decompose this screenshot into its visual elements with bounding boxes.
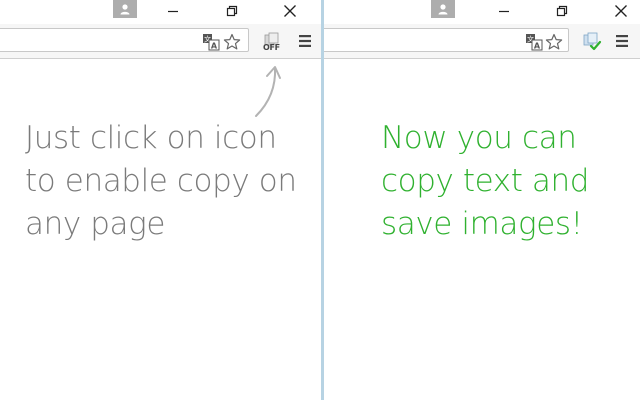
star-icon[interactable]	[545, 33, 563, 51]
copy-extension-button[interactable]: OFF	[263, 32, 283, 52]
minimize-icon	[499, 10, 509, 13]
message-line: copy text and	[381, 163, 590, 199]
address-bar[interactable]: 文 A	[0, 28, 249, 52]
minimize-button[interactable]	[490, 0, 518, 22]
close-icon	[615, 5, 627, 17]
close-icon	[284, 5, 296, 17]
copy-extension-button[interactable]	[582, 32, 602, 52]
message-line: any page	[25, 206, 165, 242]
message-line: Just click on icon	[25, 120, 277, 156]
right-browser-panel: 文 A Now you can copy text and save image…	[324, 0, 640, 400]
translate-icon[interactable]: 文 A	[525, 33, 543, 51]
copy-extension-on-icon	[583, 32, 602, 51]
svg-text:A: A	[534, 42, 541, 51]
title-bar	[324, 0, 640, 24]
translate-icon[interactable]: 文 A	[202, 33, 220, 51]
user-icon	[438, 4, 448, 15]
menu-icon[interactable]	[298, 34, 312, 48]
left-browser-panel: 文 A OFF Just click on icon to enable cop…	[0, 0, 321, 400]
close-button[interactable]	[607, 0, 635, 22]
title-bar	[0, 0, 321, 24]
restore-button[interactable]	[548, 0, 576, 22]
svg-text:A: A	[211, 42, 218, 51]
profile-button[interactable]	[431, 0, 455, 18]
restore-button[interactable]	[218, 0, 246, 22]
message-line: Now you can	[381, 120, 577, 156]
success-message: Now you can copy text and save images!	[381, 117, 640, 246]
message-line: save images!	[381, 206, 583, 242]
curved-arrow-icon	[255, 66, 281, 117]
maximize-icon	[556, 5, 568, 17]
maximize-icon	[226, 5, 238, 17]
browser-toolbar: 文 A	[324, 24, 640, 59]
message-line: to enable copy on	[25, 163, 297, 199]
close-button[interactable]	[276, 0, 304, 22]
profile-button[interactable]	[113, 0, 137, 18]
browser-toolbar: 文 A OFF	[0, 24, 321, 59]
extension-state-label: OFF	[263, 43, 280, 52]
address-bar[interactable]: 文 A	[324, 28, 569, 52]
user-icon	[120, 4, 130, 15]
instruction-message: Just click on icon to enable copy on any…	[25, 117, 315, 246]
star-icon[interactable]	[223, 33, 241, 51]
minimize-button[interactable]	[159, 0, 187, 22]
menu-icon[interactable]	[615, 34, 629, 48]
minimize-icon	[168, 10, 178, 13]
